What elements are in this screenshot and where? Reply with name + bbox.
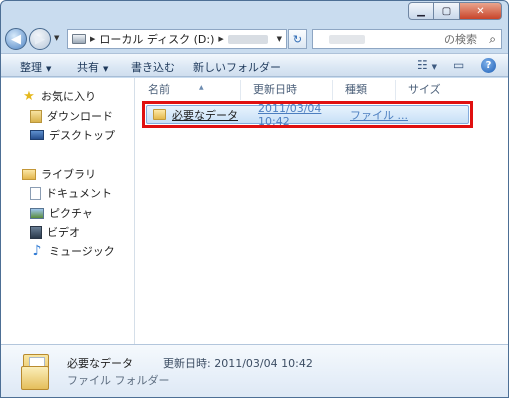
breadcrumb-drive[interactable]: ローカル ディスク (D:) bbox=[99, 31, 214, 47]
desktop-icon bbox=[30, 130, 44, 140]
column-header-modified[interactable]: 更新日時 bbox=[241, 80, 333, 100]
nav-desktop-label: デスクトップ bbox=[49, 129, 115, 142]
share-menu[interactable]: 共有 ▼ bbox=[77, 59, 108, 75]
title-bar[interactable]: ▁ ▢ ✕ bbox=[1, 1, 508, 25]
picture-icon bbox=[30, 207, 44, 219]
search-icon[interactable]: ⌕ bbox=[489, 32, 496, 47]
new-folder-button[interactable]: 新しいフォルダー bbox=[193, 59, 281, 75]
nav-videos-label: ビデオ bbox=[47, 226, 80, 239]
breadcrumb-chevron-icon[interactable]: ▶ bbox=[90, 35, 95, 43]
navigation-pane: ★ お気に入り ダウンロード デスクトップ ライブラリ ドキュメント ピクチャ ビ… bbox=[1, 78, 135, 344]
nav-music[interactable]: ♪ ミュージック bbox=[30, 243, 115, 259]
document-icon bbox=[30, 186, 41, 200]
breadcrumb-blurred-folder[interactable] bbox=[227, 34, 268, 44]
refresh-icon: ↻ bbox=[292, 32, 303, 46]
nav-favorites-label: お気に入り bbox=[41, 90, 96, 103]
nav-downloads[interactable]: ダウンロード bbox=[30, 108, 113, 124]
nav-favorites[interactable]: ★ お気に入り bbox=[22, 88, 96, 104]
burn-button[interactable]: 書き込む bbox=[131, 59, 175, 75]
refresh-button[interactable]: ↻ bbox=[288, 29, 307, 49]
explorer-window: ▁ ▢ ✕ ◀ ▶ ▼ ▶ ローカル ディスク (D:) ▶ ▼ ↻ の検索 ⌕… bbox=[0, 0, 509, 398]
file-list-pane: ▲ 名前 更新日時 種類 サイズ 必要なデータ 2011/03/04 10:42 … bbox=[136, 78, 508, 344]
search-blurred-folder bbox=[329, 35, 365, 44]
preview-pane-button[interactable]: ▭ bbox=[453, 58, 464, 72]
folder-large-icon bbox=[21, 354, 51, 390]
maximize-icon: ▢ bbox=[441, 5, 452, 17]
forward-button[interactable]: ▶ bbox=[29, 28, 51, 50]
back-button[interactable]: ◀ bbox=[5, 28, 27, 50]
column-header-size[interactable]: サイズ bbox=[396, 80, 456, 100]
forward-arrow-icon: ▶ bbox=[35, 31, 45, 47]
command-bar: 整理 ▼ 共有 ▼ 書き込む 新しいフォルダー ☷ ▼ ▭ ? bbox=[1, 53, 508, 77]
column-name-label: 名前 bbox=[148, 83, 170, 96]
recent-pages-dropdown[interactable]: ▼ bbox=[54, 34, 59, 42]
content-area: ★ お気に入り ダウンロード デスクトップ ライブラリ ドキュメント ピクチャ ビ… bbox=[1, 78, 508, 344]
view-options-button[interactable]: ☷ ▼ bbox=[417, 58, 437, 72]
organize-label: 整理 bbox=[20, 61, 42, 74]
nav-documents-label: ドキュメント bbox=[46, 187, 112, 200]
address-dropdown-icon[interactable]: ▼ bbox=[277, 35, 282, 43]
nav-pictures[interactable]: ピクチャ bbox=[30, 205, 93, 221]
music-note-icon: ♪ bbox=[32, 243, 42, 259]
library-icon bbox=[22, 168, 36, 180]
minimize-icon: ▁ bbox=[417, 5, 425, 17]
column-size-label: サイズ bbox=[408, 83, 441, 96]
details-modified-value: 2011/03/04 10:42 bbox=[214, 357, 313, 370]
minimize-button[interactable]: ▁ bbox=[408, 2, 434, 20]
nav-libraries[interactable]: ライブラリ bbox=[22, 166, 96, 182]
video-icon bbox=[30, 225, 42, 239]
drive-icon bbox=[72, 34, 86, 44]
back-arrow-icon: ◀ bbox=[11, 31, 21, 47]
preview-pane-icon: ▭ bbox=[453, 58, 465, 72]
details-name: 必要なデータ bbox=[67, 357, 133, 370]
organize-menu[interactable]: 整理 ▼ bbox=[20, 59, 51, 75]
column-type-label: 種類 bbox=[345, 83, 367, 96]
column-header-type[interactable]: 種類 bbox=[333, 80, 396, 100]
details-pane: 必要なデータ 更新日時: 2011/03/04 10:42 ファイル フォルダー bbox=[1, 344, 508, 397]
close-icon: ✕ bbox=[476, 5, 485, 17]
help-icon[interactable]: ? bbox=[481, 58, 496, 73]
search-input[interactable]: の検索 ⌕ bbox=[312, 29, 502, 49]
sort-ascending-icon: ▲ bbox=[199, 84, 204, 91]
maximize-button[interactable]: ▢ bbox=[434, 2, 460, 20]
details-type: ファイル フォルダー bbox=[67, 374, 170, 387]
chevron-down-icon: ▼ bbox=[103, 65, 109, 73]
nav-pictures-label: ピクチャ bbox=[49, 207, 93, 220]
window-controls: ▁ ▢ ✕ bbox=[408, 2, 502, 20]
nav-videos[interactable]: ビデオ bbox=[30, 224, 80, 240]
details-modified: 更新日時: 2011/03/04 10:42 bbox=[163, 355, 313, 371]
close-button[interactable]: ✕ bbox=[460, 2, 502, 20]
column-header-name[interactable]: ▲ 名前 bbox=[136, 80, 241, 100]
share-label: 共有 bbox=[77, 61, 99, 74]
nav-documents[interactable]: ドキュメント bbox=[30, 185, 112, 201]
chevron-down-icon: ▼ bbox=[46, 65, 52, 73]
address-bar[interactable]: ▶ ローカル ディスク (D:) ▶ ▼ bbox=[67, 29, 287, 49]
search-placeholder: の検索 bbox=[444, 33, 477, 46]
view-icon: ☷ bbox=[417, 58, 428, 72]
star-icon: ★ bbox=[23, 88, 35, 104]
nav-desktop[interactable]: デスクトップ bbox=[30, 127, 115, 143]
highlight-outline bbox=[142, 101, 473, 128]
nav-music-label: ミュージック bbox=[49, 245, 115, 258]
chevron-down-icon: ▼ bbox=[431, 63, 437, 71]
details-modified-label: 更新日時: bbox=[163, 357, 211, 370]
breadcrumb-chevron-icon[interactable]: ▶ bbox=[218, 35, 223, 43]
address-row: ◀ ▶ ▼ ▶ ローカル ディスク (D:) ▶ ▼ ↻ の検索 ⌕ bbox=[1, 25, 508, 53]
column-modified-label: 更新日時 bbox=[253, 83, 297, 96]
downloads-folder-icon bbox=[30, 109, 42, 123]
nav-libraries-label: ライブラリ bbox=[41, 168, 96, 181]
nav-downloads-label: ダウンロード bbox=[47, 110, 113, 123]
